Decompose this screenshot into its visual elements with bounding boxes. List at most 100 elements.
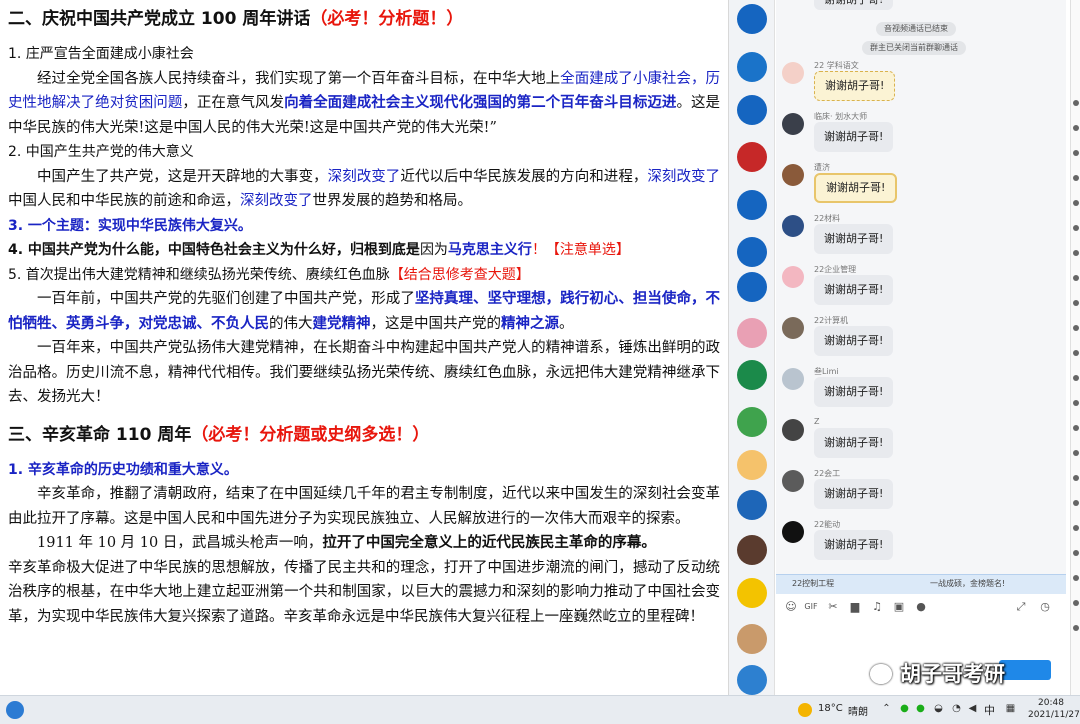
- section2-heading-note: （必考！分析题！）: [310, 9, 464, 29]
- clock-time[interactable]: 20:48: [1038, 698, 1064, 708]
- sender-name: 22会工: [814, 469, 841, 478]
- conversation-avatar[interactable]: [737, 624, 767, 654]
- conversation-avatar[interactable]: [737, 272, 767, 302]
- message-bubble: 谢谢胡子哥!: [814, 428, 894, 458]
- wechat-icon[interactable]: ●: [898, 702, 911, 715]
- folder-icon[interactable]: ▆: [848, 600, 862, 614]
- section3-heading: 三、辛亥革命 110 周年（必考！分析题或史纲多选！）: [8, 422, 720, 448]
- conversation-avatar[interactable]: [737, 318, 767, 348]
- sender-name: Z: [814, 417, 820, 426]
- avatar[interactable]: [782, 266, 804, 288]
- avatar[interactable]: [782, 368, 804, 390]
- start-icon[interactable]: [6, 701, 24, 719]
- system-message: 音视频通话已结束: [876, 22, 956, 36]
- conversation-avatar[interactable]: [737, 95, 767, 125]
- volume-icon[interactable]: ◀: [966, 702, 979, 715]
- text-run-emphasis: 马克思主义行: [447, 242, 532, 258]
- conversation-avatar[interactable]: [737, 360, 767, 390]
- wifi-icon[interactable]: ◔: [950, 702, 963, 715]
- text-run: 中国产生了共产党，这是开天辟地的大事变，: [37, 168, 328, 185]
- clock-date[interactable]: 2021/11/27: [1028, 710, 1080, 720]
- avatar[interactable]: [782, 62, 804, 84]
- wechat-icon[interactable]: ●: [914, 702, 927, 715]
- weather-description[interactable]: 晴朗: [848, 703, 868, 718]
- conversation-avatar[interactable]: [737, 142, 767, 172]
- conversation-avatar[interactable]: [737, 665, 767, 695]
- section2-paragraph1: 经过全党全国各族人民持续奋斗，我们实现了第一个百年奋斗目标，在中华大地上全面建成…: [8, 67, 720, 141]
- message-list[interactable]: 谢谢胡子哥! 音视频通话已结束 群主已关闭当前群聊通话 22 学科语文谢谢胡子哥…: [776, 0, 1066, 574]
- text-run: 归根到底是: [349, 242, 420, 258]
- strip-marker: [1073, 300, 1079, 306]
- avatar[interactable]: [782, 164, 804, 186]
- section2-paragraph6: 一百年来，中国共产党弘扬伟大建党精神，在长期奋斗中构建起中国共产党人的精神谱系，…: [8, 340, 720, 405]
- text-run: 因为: [419, 242, 448, 258]
- mic-icon[interactable]: ●: [914, 600, 928, 614]
- text-run: ，这是中国共产党的: [370, 315, 502, 332]
- conversation-avatar[interactable]: [737, 490, 767, 520]
- conversation-avatar[interactable]: [737, 4, 767, 34]
- section2-heading-text: 二、庆祝中国共产党成立 100 周年讲话: [8, 9, 311, 29]
- text-run-emphasis: 精神之源: [501, 314, 559, 332]
- keyboard-icon[interactable]: ▦: [1004, 702, 1017, 715]
- conversation-avatar[interactable]: [737, 190, 767, 220]
- history-icon[interactable]: ◷: [1038, 600, 1052, 614]
- section2-item4: 4. 中国共产党为什么能，中国特色社会主义为什么好，归根到底是因为马克思主义行！…: [8, 238, 720, 263]
- message-bubble-partial: 谢谢胡子哥!: [814, 0, 894, 10]
- text-run-emphasis: 建党精神: [312, 314, 371, 332]
- avatar[interactable]: [782, 113, 804, 135]
- section3-heading-text: 三、辛亥革命 110 周年: [8, 424, 192, 445]
- strip-marker: [1073, 425, 1079, 431]
- text-run: 4. 中国共产党为什么能，中国特色社会主义为什么好，: [8, 242, 350, 258]
- avatar[interactable]: [782, 215, 804, 237]
- sender-name: 临床· 划水大师: [814, 112, 868, 121]
- text-run-emphasis: 深刻改变了: [240, 193, 313, 209]
- text-run: 。: [559, 315, 574, 332]
- conversation-avatar[interactable]: [737, 450, 767, 480]
- chat-message: 22 学科语文 谢谢胡子哥!: [782, 60, 1052, 110]
- avatar[interactable]: [782, 521, 804, 543]
- sender-name: 遭济: [814, 163, 830, 172]
- strip-marker: [1073, 350, 1079, 356]
- image-icon[interactable]: ▣: [892, 600, 906, 614]
- send-button[interactable]: [999, 660, 1051, 680]
- chevron-up-icon[interactable]: ⌃: [880, 702, 893, 715]
- section3-paragraph2: 1911 年 10 月 10 日，武昌城头枪声一响，拉开了中国完全意义上的近代民…: [8, 531, 720, 556]
- gif-icon[interactable]: GIF: [802, 600, 820, 614]
- chat-window: 谢谢胡子哥! 音视频通话已结束 群主已关闭当前群聊通话 22 学科语文谢谢胡子哥…: [728, 0, 1070, 695]
- input-method-indicator[interactable]: 中: [984, 702, 995, 718]
- strip-marker: [1073, 575, 1079, 581]
- taskbar: 18°C 晴朗 ⌃ ● ● ◒ ◔ ◀ 中 ▦ 20:48 2021/11/27: [0, 695, 1080, 724]
- message-bubble: 谢谢胡子哥!: [814, 326, 894, 356]
- emoji-icon[interactable]: ☺: [784, 600, 798, 614]
- conversation-avatar[interactable]: [737, 237, 767, 267]
- conversation-avatar[interactable]: [737, 52, 767, 82]
- system-message: 群主已关闭当前群聊通话: [862, 41, 966, 55]
- chat-message: 22企业管理 谢谢胡子哥!: [782, 264, 1052, 314]
- expand-icon[interactable]: ⤢: [1014, 600, 1028, 614]
- avatar[interactable]: [782, 419, 804, 441]
- text-run: ，正在意气风发: [182, 95, 285, 111]
- message-bubble: 谢谢胡子哥!: [814, 224, 894, 254]
- conversation-avatar[interactable]: [737, 578, 767, 608]
- sender-name: 叁Limi: [814, 367, 839, 376]
- text-run: 经过全党全国各族人民持续奋斗，我们实现了第一个百年奋斗目标，在中华大地上: [37, 70, 561, 87]
- music-icon[interactable]: ♫: [870, 600, 884, 614]
- scissors-icon[interactable]: ✂: [826, 600, 840, 614]
- group-notice-bar[interactable]: 22控制工程 一战成硕，金榜题名!: [776, 574, 1066, 594]
- conversation-avatar[interactable]: [737, 407, 767, 437]
- strip-marker: [1073, 400, 1079, 406]
- sender-name: 22 学科语文: [814, 61, 859, 70]
- right-edge-panel: [1070, 0, 1080, 695]
- avatar[interactable]: [782, 317, 804, 339]
- conversation-avatar[interactable]: [737, 535, 767, 565]
- input-toolbar: ☺ GIF ✂ ▆ ♫ ▣ ● ⤢ ◷: [776, 594, 1066, 620]
- weather-sun-icon[interactable]: [798, 703, 812, 717]
- strip-marker: [1073, 475, 1079, 481]
- strip-marker: [1073, 100, 1079, 106]
- section3-paragraph3: 辛亥革命极大促进了中华民族的思想解放，传播了民主共和的理念，打开了中国进步潮流的…: [8, 559, 720, 625]
- network-icon[interactable]: ◒: [932, 702, 945, 715]
- avatar[interactable]: [782, 470, 804, 492]
- sender-name: 22计算机: [814, 316, 849, 325]
- strip-marker: [1073, 525, 1079, 531]
- weather-temperature[interactable]: 18°C: [818, 703, 843, 714]
